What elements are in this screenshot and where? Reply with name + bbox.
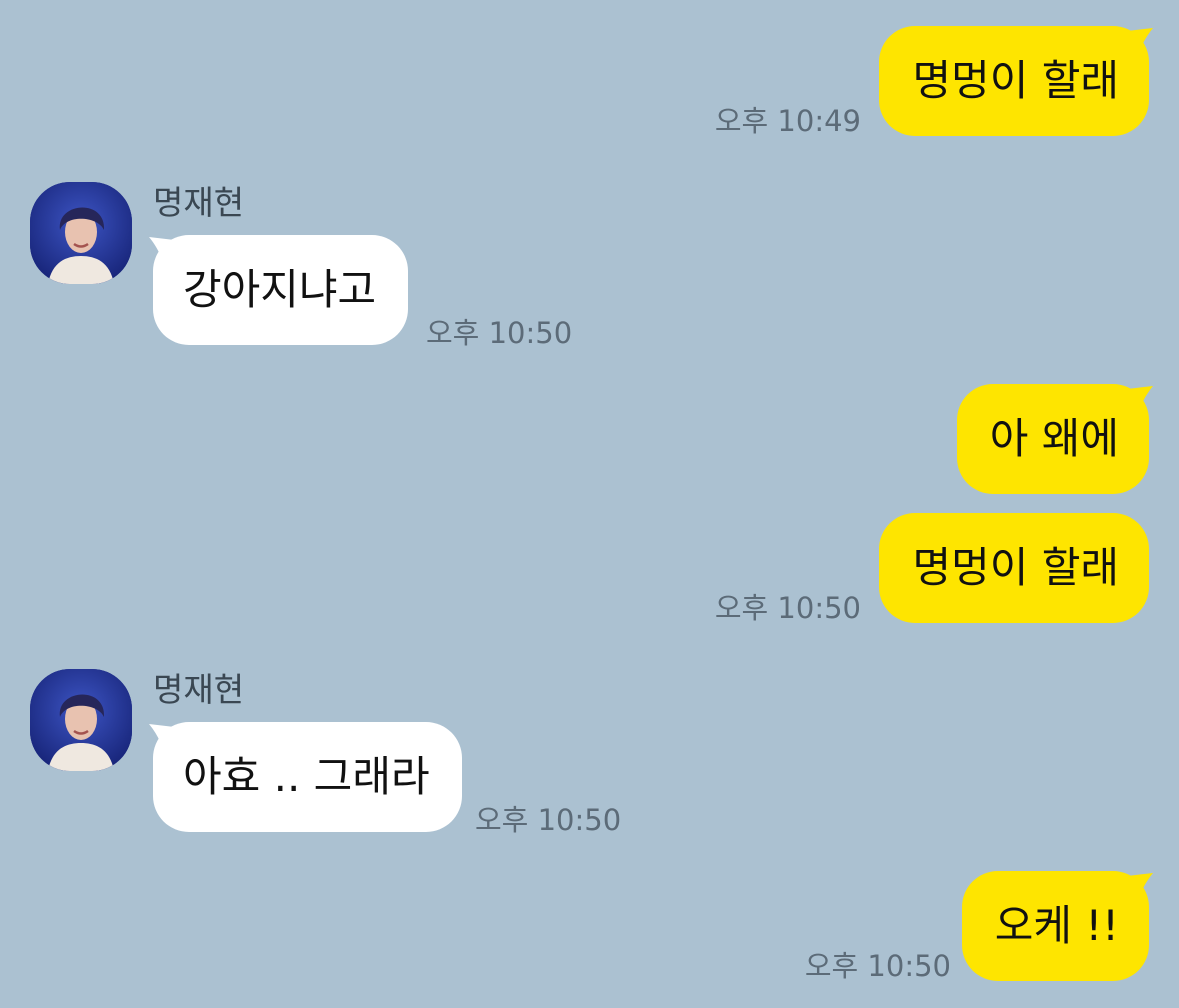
my-message-bubble[interactable]: 명멍이 할래 — [879, 26, 1153, 136]
message-text: 강아지냐고 — [183, 265, 377, 314]
message-text: 아 왜에 — [989, 414, 1119, 463]
their-message-bubble[interactable]: 강아지냐고 — [149, 235, 409, 345]
bubble-tail-icon — [149, 724, 183, 760]
avatar[interactable] — [30, 669, 132, 771]
message-text: 명멍이 할래 — [912, 56, 1119, 105]
bubble-tail-icon — [1119, 28, 1153, 64]
message-time: 오후 10:50 — [426, 316, 573, 350]
message-time: 오후 10:49 — [714, 104, 861, 138]
avatar[interactable] — [30, 182, 132, 284]
message-time: 오후 10:50 — [714, 591, 861, 625]
my-message-bubble[interactable]: 오케 !! — [961, 871, 1153, 981]
message-text: 오케 !! — [994, 901, 1119, 950]
bubble-tail-icon — [149, 237, 183, 273]
message-text: 명멍이 할래 — [912, 543, 1119, 592]
sender-name: 명재현 — [153, 670, 245, 709]
bubble-tail-icon — [1119, 873, 1153, 909]
my-message-bubble[interactable]: 명멍이 할래 — [879, 513, 1149, 623]
bubble-tail-icon — [1119, 386, 1153, 422]
profile-photo-icon — [30, 182, 132, 284]
message-text: 아효 .. 그래라 — [183, 752, 430, 801]
my-message-bubble[interactable]: 아 왜에 — [956, 384, 1153, 494]
sender-name: 명재현 — [153, 183, 245, 222]
message-time: 오후 10:50 — [475, 803, 622, 837]
profile-photo-icon — [30, 669, 132, 771]
their-message-bubble[interactable]: 아효 .. 그래라 — [149, 722, 462, 832]
message-time: 오후 10:50 — [804, 949, 951, 983]
